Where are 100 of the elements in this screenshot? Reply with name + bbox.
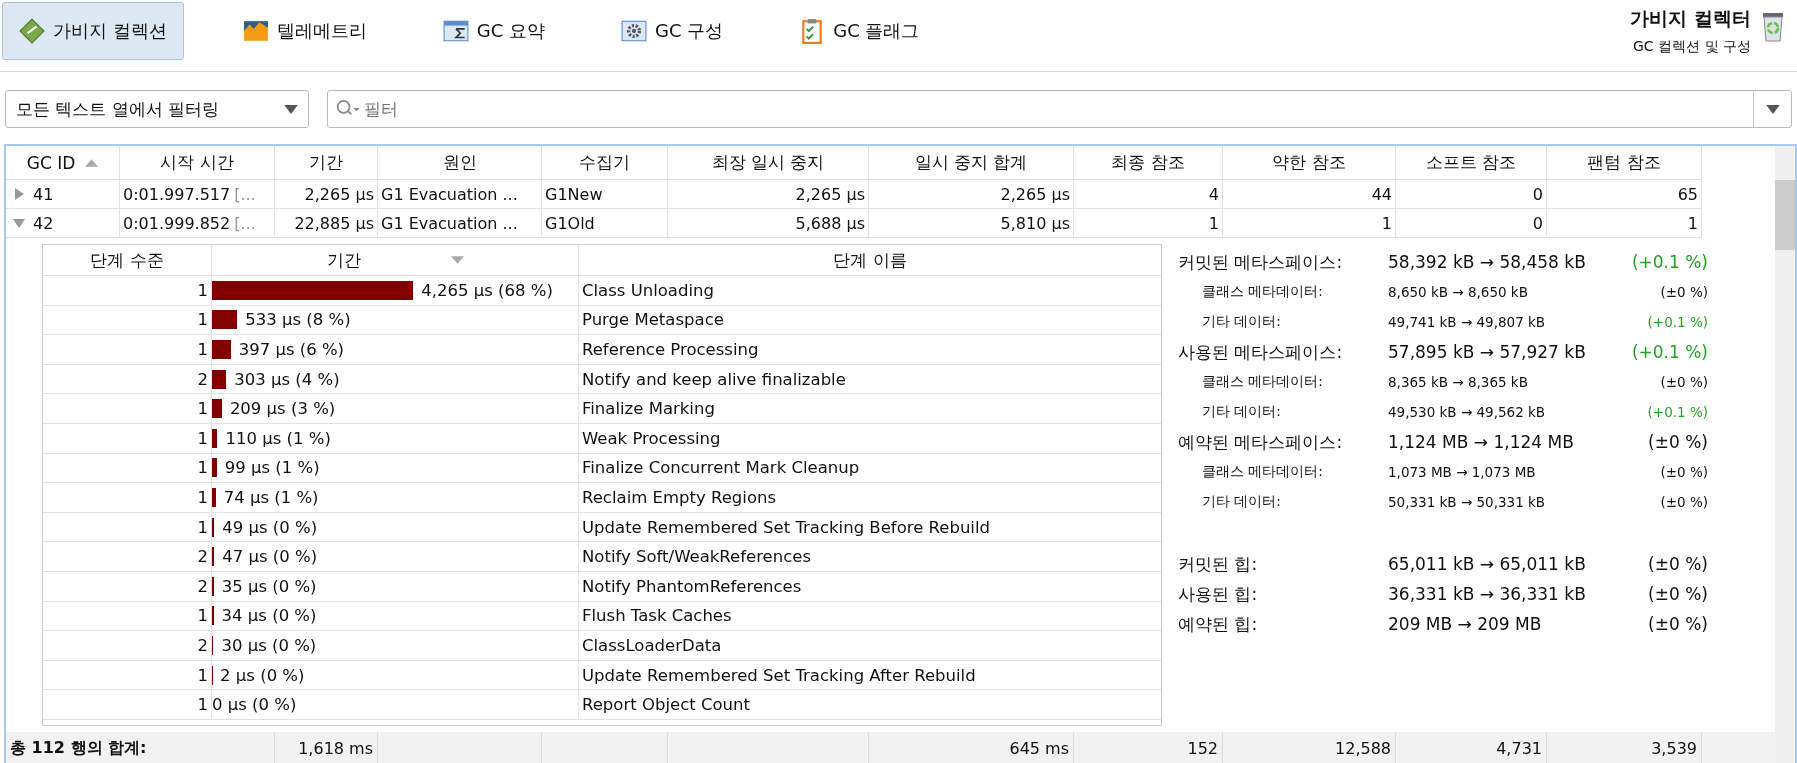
table-cell: Finalize Marking [582, 399, 715, 419]
table-cell: Reference Processing [582, 340, 759, 359]
stat-label: 기타 데이터: [1202, 493, 1282, 511]
stat-label: 예약된 힙: [1178, 612, 1259, 636]
recycle-bin-icon [1761, 10, 1785, 44]
table-cell: 1 [197, 517, 208, 537]
table-cell: G1 Evacuation ... [381, 213, 518, 233]
stat-label: 기타 데이터: [1202, 313, 1282, 331]
table-cell: 1 [197, 487, 208, 507]
total-value: 152 [1187, 738, 1218, 758]
table-cell: 22,885 µs [294, 213, 374, 233]
table-cell: 44 [1371, 184, 1392, 204]
stat-value: 50,331 kB → 50,331 kB [1388, 494, 1547, 510]
table-sum-icon [442, 18, 469, 44]
truncated-marker: [... [234, 213, 256, 233]
table-cell: 2 [197, 576, 208, 596]
table-cell: ClassLoaderData [582, 635, 722, 655]
table-cell: 0:01.999.852 [123, 213, 231, 233]
table-cell: 47 µs (0 %) [222, 547, 318, 567]
column-header[interactable]: 단계 이름 [579, 245, 1161, 276]
column-header[interactable]: 기간 [212, 245, 579, 276]
stat-label: 클래스 메타데이터: [1202, 373, 1324, 391]
stat-change: (±0 %) [1647, 554, 1708, 574]
stat-change: (+0.1 %) [1630, 342, 1708, 362]
view-tab[interactable]: GC 요약 [425, 2, 562, 60]
column-header[interactable]: 원인 [378, 146, 542, 180]
stat-value: 209 MB → 209 MB [1388, 614, 1543, 634]
table-cell: 1 [197, 280, 208, 300]
gear-window-icon [621, 18, 647, 44]
table-cell: 1 [197, 606, 208, 626]
table-cell: 35 µs (0 %) [221, 576, 317, 596]
table-cell: 1 [197, 458, 208, 478]
view-tab[interactable]: GC 플래그 [782, 2, 937, 60]
stat-value: 36,331 kB → 36,331 kB [1388, 584, 1587, 604]
table-cell: 110 µs (1 %) [225, 428, 331, 448]
table-cell: 2 [197, 369, 208, 389]
table-cell: G1Old [545, 213, 595, 233]
stat-value: 1,073 MB → 1,073 MB [1388, 464, 1537, 480]
view-tab[interactable]: 텔레메트리 [225, 2, 384, 60]
view-tab[interactable]: 가비지 컬렉션 [2, 2, 184, 60]
column-header[interactable]: 최장 일시 중지 [668, 146, 869, 180]
stat-change: (±0 %) [1659, 374, 1708, 390]
stat-value: 65,011 kB → 65,011 kB [1388, 554, 1587, 574]
column-header[interactable]: 최종 참조 [1074, 146, 1223, 180]
table-cell: 397 µs (6 %) [238, 340, 345, 359]
table-cell: 533 µs (8 %) [245, 310, 351, 330]
table-cell: 2 [197, 547, 208, 567]
table-cell: 1 [197, 340, 208, 359]
stat-value: 1,124 MB → 1,124 MB [1388, 432, 1575, 452]
total-value: 12,588 [1335, 738, 1391, 758]
stat-value: 8,365 kB → 8,365 kB [1388, 374, 1529, 390]
table-cell: 65 [1677, 184, 1698, 204]
table-cell: 1 [197, 428, 208, 448]
total-value: 645 ms [1009, 738, 1069, 758]
table-cell: Update Remembered Set Tracking Before Rebuild [582, 517, 990, 537]
total-value: 1,618 ms [298, 738, 373, 758]
stat-change: (±0 %) [1659, 464, 1708, 480]
table-cell: 34 µs (0 %) [221, 606, 317, 626]
expand-toggle-icon[interactable] [13, 188, 25, 200]
table-cell: Purge Metaspace [582, 310, 724, 330]
stat-label: 기타 데이터: [1202, 403, 1282, 421]
table-cell: 1 [197, 399, 208, 419]
column-header[interactable]: 기간 [275, 146, 378, 180]
caret-icon [284, 104, 298, 114]
column-header[interactable]: 시작 시간 [120, 146, 275, 180]
total-label: 총 112 행의 합계: [10, 737, 147, 759]
table-cell: 209 µs (3 %) [229, 399, 336, 419]
vertical-scrollbar[interactable] [1775, 146, 1795, 763]
stat-change: (±0 %) [1659, 494, 1708, 510]
table-cell: 1 [197, 695, 208, 715]
expand-toggle-icon[interactable] [13, 217, 25, 229]
stat-value: 8,650 kB → 8,650 kB [1388, 284, 1529, 300]
table-cell: 5,810 µs [1000, 213, 1070, 233]
column-header[interactable]: 약한 참조 [1223, 146, 1396, 180]
column-header[interactable]: 일시 중지 합계 [869, 146, 1074, 180]
stat-change: (+0.1 %) [1646, 404, 1708, 420]
table-cell: Update Remembered Set Tracking After Rebuild [582, 665, 976, 685]
column-header[interactable]: 소프트 참조 [1396, 146, 1547, 180]
stat-value: 49,741 kB → 49,807 kB [1388, 314, 1547, 330]
stat-label: 클래스 메타데이터: [1202, 463, 1324, 481]
stat-change: (±0 %) [1647, 584, 1708, 604]
column-header[interactable]: 단계 수준 [43, 245, 212, 276]
table-cell: 2,265 µs [304, 184, 374, 204]
filter-scope-dropdown[interactable]: 모든 텍스트 열에서 필터링 [5, 90, 309, 128]
page-title: 가비지 컬렉터 [1630, 6, 1751, 31]
table-cell: 5,688 µs [795, 213, 865, 233]
table-cell: 49 µs (0 %) [222, 517, 318, 537]
table-cell: 1 [1687, 213, 1698, 233]
column-header[interactable]: 팬텀 참조 [1547, 146, 1702, 180]
table-cell: 2 µs (0 %) [220, 665, 305, 685]
table-cell: 303 µs (4 %) [234, 369, 340, 389]
table-cell: Finalize Concurrent Mark Cleanup [582, 458, 860, 478]
table-cell: 2 [197, 635, 208, 655]
column-header[interactable]: GC ID [6, 146, 120, 180]
view-tab[interactable]: GC 구성 [604, 2, 741, 60]
table-cell: 74 µs (1 %) [223, 487, 319, 507]
table-cell: Report Object Count [582, 695, 750, 715]
table-cell: 42 [33, 213, 54, 233]
column-header[interactable]: 수집기 [542, 146, 668, 180]
table-cell: 2,265 µs [1000, 184, 1070, 204]
